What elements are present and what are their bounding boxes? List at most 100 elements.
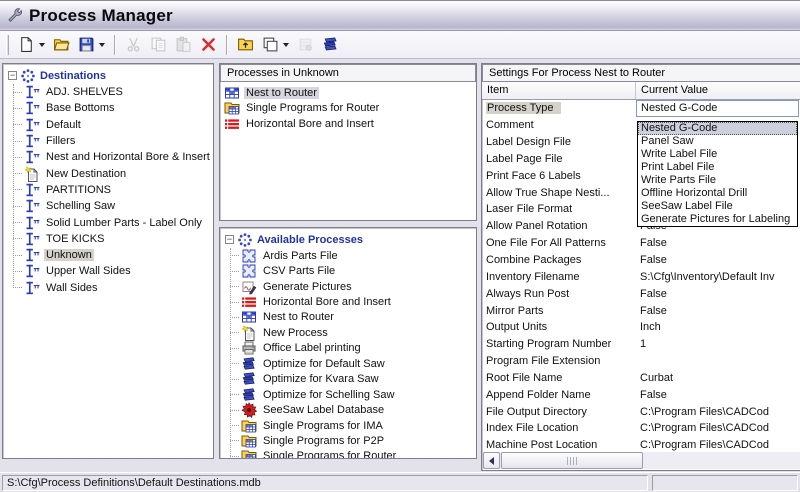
tree-item[interactable]: Optimize for Schelling Saw: [223, 387, 476, 402]
dropdown-arrow-icon[interactable]: [39, 43, 45, 47]
tree-root-available-processes[interactable]: − Available Processes: [223, 231, 476, 248]
column-header-current-value[interactable]: Current Value: [636, 82, 800, 99]
tree-item-label: Optimize for Kvara Saw: [261, 373, 381, 385]
dropdown-option[interactable]: Panel Saw: [638, 135, 797, 148]
tree-item[interactable]: Fillers: [6, 133, 213, 149]
settings-row[interactable]: Inventory Filename S:\Cfg\Inventory\Defa…: [482, 268, 800, 285]
open-process-button[interactable]: [233, 33, 258, 57]
dropdown-option[interactable]: Write Parts File: [638, 174, 797, 187]
tree-item[interactable]: Generate Pictures: [223, 279, 476, 294]
settings-row[interactable]: Index File Location C:\Program Files\CAD…: [482, 420, 800, 437]
tree-item[interactable]: PARTITIONS: [6, 182, 213, 198]
tree-item[interactable]: Office Label printing: [223, 341, 476, 356]
tree-item[interactable]: Base Bottoms: [6, 100, 213, 116]
setting-value: False: [640, 389, 667, 401]
tree-root-label: Destinations: [40, 70, 106, 82]
titlebar[interactable]: Process Manager: [0, 1, 800, 31]
tree-item[interactable]: Default: [6, 117, 213, 133]
settings-row[interactable]: Root File Name Curbat: [482, 370, 800, 387]
collapse-expander-icon[interactable]: −: [225, 235, 234, 244]
tree-connector: [230, 255, 239, 256]
tree-item[interactable]: New Destination: [6, 165, 213, 181]
scroll-left-button[interactable]: [483, 452, 500, 469]
open-button[interactable]: [49, 33, 74, 57]
delete-x-icon: [200, 36, 217, 53]
tree-item[interactable]: New Process: [223, 325, 476, 340]
tree-item[interactable]: Schelling Saw: [6, 198, 213, 214]
toolbar: [0, 31, 800, 59]
paste-button[interactable]: [171, 33, 196, 57]
dropdown-option[interactable]: Nested G-Code: [638, 122, 797, 135]
collapse-expander-icon[interactable]: −: [8, 71, 17, 80]
process-list-item[interactable]: Horizontal Bore and Insert: [222, 116, 474, 132]
cut-button[interactable]: [121, 33, 146, 57]
tree-item[interactable]: Horizontal Bore and Insert: [223, 294, 476, 309]
tree-item[interactable]: Solid Lumber Parts - Label Only: [6, 214, 213, 230]
dropdown-option[interactable]: SeeSaw Label File: [638, 200, 797, 213]
tree-item[interactable]: Upper Wall Sides: [6, 263, 213, 279]
dropdown-option[interactable]: Offline Horizontal Drill: [638, 187, 797, 200]
scrollbar-thumb[interactable]: [501, 452, 643, 469]
settings-row[interactable]: Mirror Parts False: [482, 302, 800, 319]
tree-item[interactable]: TOE KICKS: [6, 231, 213, 247]
setting-item-label: Inventory Filename: [486, 271, 580, 283]
processes-panel: Processes in Unknown Nest to Router Sing…: [219, 63, 477, 221]
settings-row[interactable]: Combine Packages False: [482, 252, 800, 269]
settings-row[interactable]: File Output Directory C:\Program Files\C…: [482, 403, 800, 420]
dropdown-option[interactable]: Print Label File: [638, 161, 797, 174]
tree-item[interactable]: Ardis Parts File: [223, 248, 476, 263]
settings-row[interactable]: Program File Extension: [482, 353, 800, 370]
tree-item[interactable]: Single Programs for Router: [223, 449, 476, 459]
tree-connector: [13, 173, 22, 174]
tree-item[interactable]: Nest to Router: [223, 310, 476, 325]
red-bars-icon: [224, 116, 240, 132]
dropdown-option[interactable]: Write Label File: [638, 148, 797, 161]
new-page-icon: [18, 36, 35, 53]
settings-row[interactable]: One File For All Patterns False: [482, 235, 800, 252]
dropdown-arrow-icon[interactable]: [283, 43, 289, 47]
tree-item[interactable]: Optimize for Default Saw: [223, 356, 476, 371]
process-list-item[interactable]: Single Programs for Router: [222, 101, 474, 117]
settings-row[interactable]: Process Type Nested G-Code: [482, 100, 800, 117]
tree-item[interactable]: Single Programs for P2P: [223, 433, 476, 448]
toolbar-grip-handle[interactable]: [6, 35, 9, 55]
cluster-icon: [20, 68, 36, 84]
copy-button[interactable]: [146, 33, 171, 57]
tree-item-label: CSV Parts File: [261, 265, 337, 277]
tree-connector: [230, 348, 239, 349]
tree-root-destinations[interactable]: − Destinations: [6, 67, 213, 84]
setting-item-label: Always Run Post: [486, 288, 569, 300]
tree-item[interactable]: Unknown: [6, 247, 213, 263]
database-button[interactable]: [293, 33, 318, 57]
settings-row[interactable]: Starting Program Number 1: [482, 336, 800, 353]
tree-item[interactable]: Single Programs for IMA: [223, 418, 476, 433]
optimize-button[interactable]: [318, 33, 343, 57]
dropdown-option[interactable]: Generate Pictures for Labeling: [638, 213, 797, 226]
column-header-item[interactable]: Item: [482, 82, 636, 99]
tree-connector: [13, 271, 22, 272]
horizontal-scrollbar[interactable]: [483, 452, 800, 469]
process-list-item[interactable]: Nest to Router: [222, 85, 474, 101]
setting-value: False: [640, 305, 667, 317]
setting-item-label: Output Units: [486, 321, 547, 333]
content-area: − Destinations ADJ. SHELVES Base Bottoms: [0, 59, 800, 472]
settings-row[interactable]: Append Folder Name False: [482, 386, 800, 403]
printer-icon: [241, 340, 257, 356]
settings-row[interactable]: Always Run Post False: [482, 285, 800, 302]
settings-row[interactable]: Output Units Inch: [482, 319, 800, 336]
tree-item[interactable]: ADJ. SHELVES: [6, 84, 213, 100]
tree-connector: [230, 394, 239, 395]
tree-item[interactable]: Wall Sides: [6, 280, 213, 296]
tree-item[interactable]: CSV Parts File: [223, 263, 476, 278]
copy-window-button[interactable]: [258, 33, 293, 57]
folder-grid-icon: [241, 433, 257, 449]
delete-button[interactable]: [196, 33, 221, 57]
save-button[interactable]: [74, 33, 109, 57]
tree-item[interactable]: Optimize for Kvara Saw: [223, 372, 476, 387]
new-button[interactable]: [14, 33, 49, 57]
tree-item[interactable]: Nest and Horizontal Bore & Insert: [6, 149, 213, 165]
dropdown-arrow-icon[interactable]: [99, 43, 105, 47]
tree-item-label: New Destination: [44, 168, 128, 180]
tree-item[interactable]: SeeSaw Label Database: [223, 402, 476, 417]
tree-item-label: Single Programs for IMA: [261, 420, 385, 432]
